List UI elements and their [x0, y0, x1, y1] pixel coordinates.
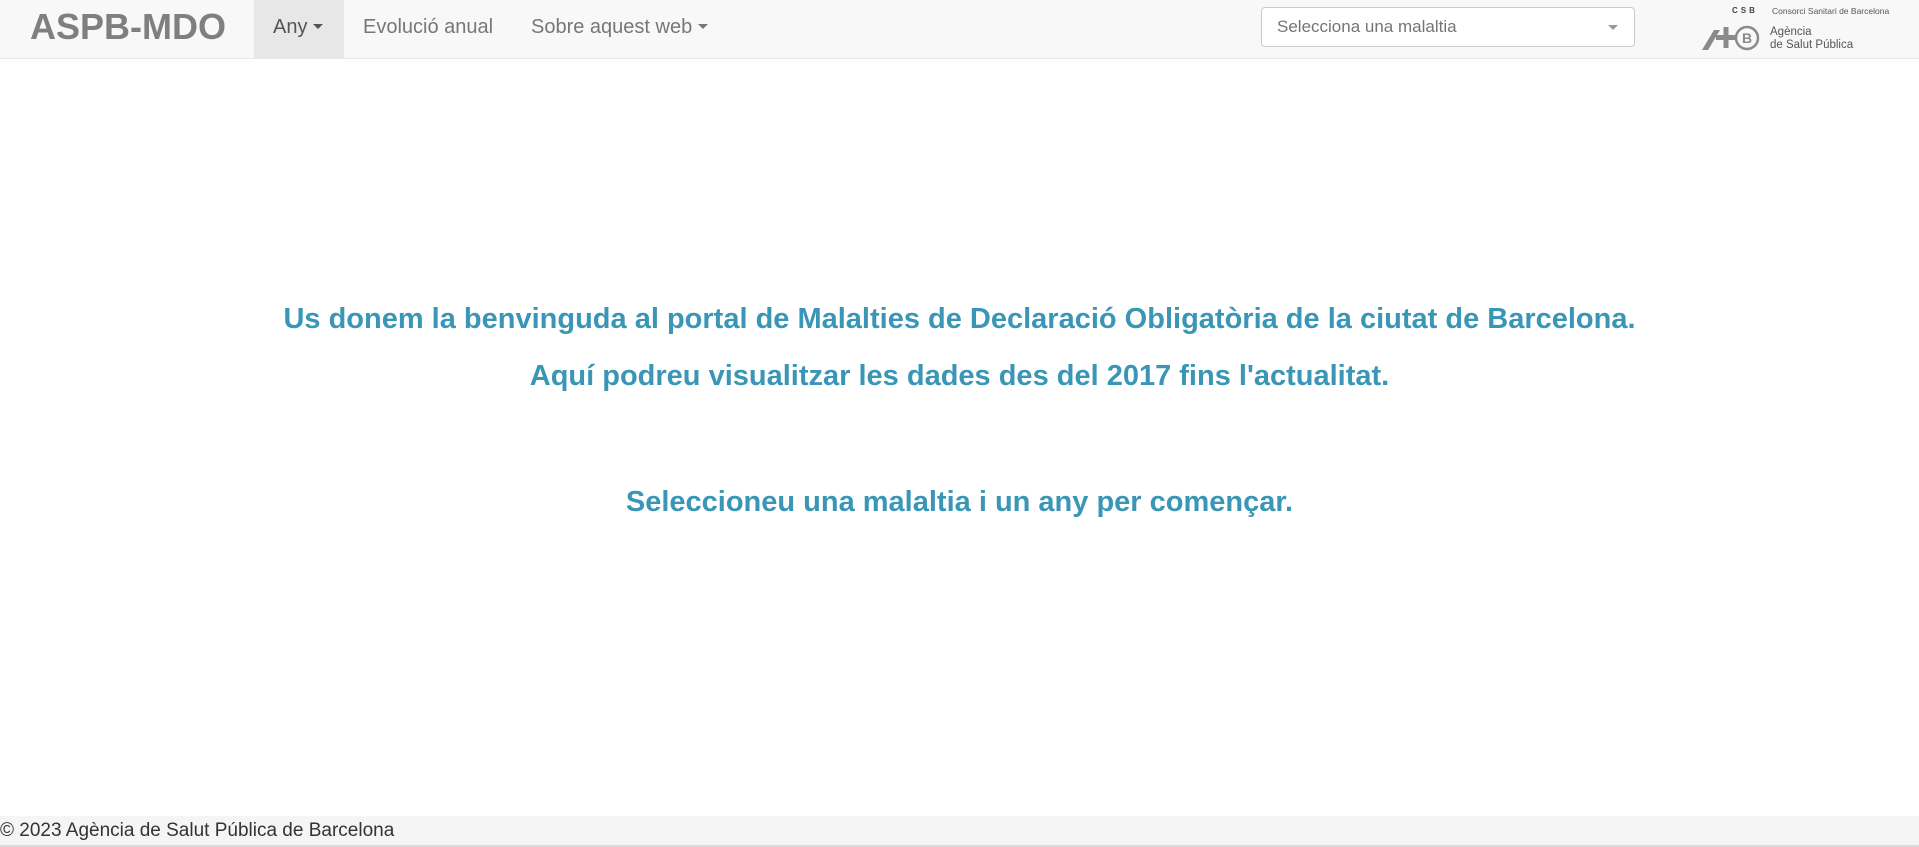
nav-sobre-label: Sobre aquest web — [531, 16, 693, 38]
aspb-logo: CSB Consorci Sanitari de Barcelona B Agè… — [1700, 4, 1910, 52]
page-footer: © 2023 Agència de Salut Pública de Barce… — [0, 816, 1919, 847]
logo-agencia-text: Agència de Salut Pública — [1770, 26, 1853, 52]
logo-consorci-text: Consorci Sanitari de Barcelona — [1772, 6, 1890, 16]
welcome-subheading: Aquí podreu visualitzar les dades des de… — [529, 360, 1390, 392]
top-navbar: ASPB-MDO Any Evolució anual Sobre aquest… — [0, 0, 1919, 59]
disease-select-placeholder: Selecciona una malaltia — [1277, 17, 1457, 36]
brand-logo-text[interactable]: ASPB-MDO — [30, 6, 226, 48]
caret-down-icon — [313, 23, 324, 29]
nav-link-evolucio-anual[interactable]: Evolució anual — [344, 0, 514, 58]
aspb-mark-icon: B — [1702, 25, 1760, 51]
chevron-down-icon — [1608, 25, 1618, 30]
logo-csb-text: CSB — [1732, 6, 1758, 15]
welcome-heading: Us donem la benvinguda al portal de Mala… — [283, 303, 1636, 335]
nav-dropdown-sobre[interactable]: Sobre aquest web — [512, 0, 717, 58]
nav-evolucio-label: Evolució anual — [363, 16, 494, 38]
svg-text:B: B — [1742, 30, 1752, 46]
start-instruction: Seleccioneu una malaltia i un any per co… — [625, 486, 1294, 518]
caret-down-icon — [698, 23, 709, 29]
logo-agencia-line2: de Salut Pública — [1770, 39, 1854, 51]
nav-any-label: Any — [273, 16, 308, 38]
disease-select[interactable]: Selecciona una malaltia — [1261, 7, 1635, 47]
nav-dropdown-any[interactable]: Any — [254, 0, 344, 58]
logo-agencia-line1: Agència — [1770, 26, 1812, 38]
footer-copyright: © 2023 Agència de Salut Pública de Barce… — [0, 820, 395, 841]
